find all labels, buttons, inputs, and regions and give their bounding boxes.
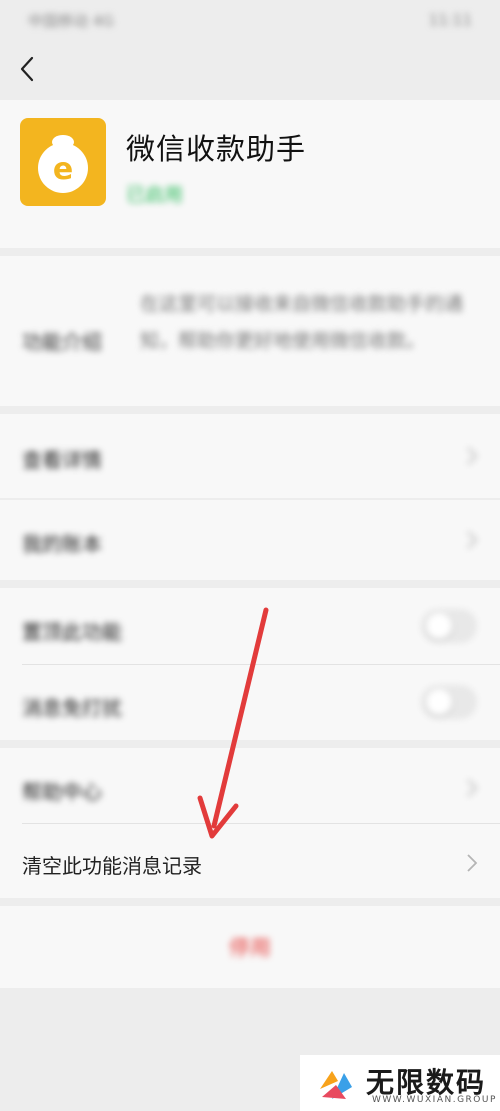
my-account-label: 我的账本 [22, 532, 102, 556]
app-status: 已启用 [126, 184, 184, 206]
chevron-right-icon [467, 854, 478, 872]
disable-button-label: 停用 [229, 936, 271, 960]
intro-text: 在这里可以接收来自微信收款助手的通知，帮助你更好地使用微信收款。 [140, 293, 464, 352]
pin-feature-label: 置顶此功能 [22, 620, 122, 644]
toggle-knob [426, 689, 452, 715]
watermark-sub: WWW.WUXIAN.GROUP [372, 1095, 497, 1105]
app-name: 微信收款助手 [126, 132, 307, 166]
carrier-text: 中国移动 4G [28, 11, 114, 30]
app-header: e 微信收款助手 已启用 [0, 100, 500, 248]
watermark-logo: 无限数码 WWW.WUXIAN.GROUP [300, 1055, 500, 1111]
pin-feature-toggle[interactable] [422, 610, 476, 642]
mute-notifications-row: 消息免打扰 [0, 664, 500, 740]
back-button[interactable] [14, 52, 40, 86]
pin-feature-row: 置顶此功能 [0, 588, 500, 664]
chevron-right-icon [467, 531, 478, 549]
svg-text:e: e [53, 152, 73, 187]
disable-button[interactable]: 停用 [0, 906, 500, 988]
logo-icon [320, 1071, 352, 1099]
status-bar: 中国移动 4G 11:11 [0, 0, 500, 40]
chevron-left-icon [20, 56, 34, 82]
intro-label: 功能介绍 [22, 330, 102, 354]
help-center-row[interactable]: 帮助中心 [0, 748, 500, 823]
help-card: 帮助中心 清空此功能消息记录 [0, 748, 500, 898]
intro-card: 功能介绍 在这里可以接收来自微信收款助手的通知，帮助你更好地使用微信收款。 [0, 256, 500, 406]
view-details-row[interactable]: 查看详情 [0, 414, 500, 498]
app-icon: e [20, 118, 106, 206]
mute-notifications-toggle[interactable] [422, 686, 476, 718]
view-details-label: 查看详情 [22, 448, 102, 472]
chevron-right-icon [467, 447, 478, 465]
money-bag-icon: e [38, 135, 88, 193]
toggle-knob [426, 613, 452, 639]
chevron-right-icon [467, 779, 478, 797]
mute-notifications-label: 消息免打扰 [22, 696, 122, 720]
help-center-label: 帮助中心 [22, 780, 102, 804]
nav-bar [0, 40, 500, 100]
clock-text: 11:11 [428, 11, 472, 29]
my-account-row[interactable]: 我的账本 [0, 500, 500, 580]
clear-records-label: 清空此功能消息记录 [22, 854, 202, 878]
toggle-settings-card: 置顶此功能 消息免打扰 [0, 588, 500, 740]
clear-records-row[interactable]: 清空此功能消息记录 [0, 823, 500, 898]
